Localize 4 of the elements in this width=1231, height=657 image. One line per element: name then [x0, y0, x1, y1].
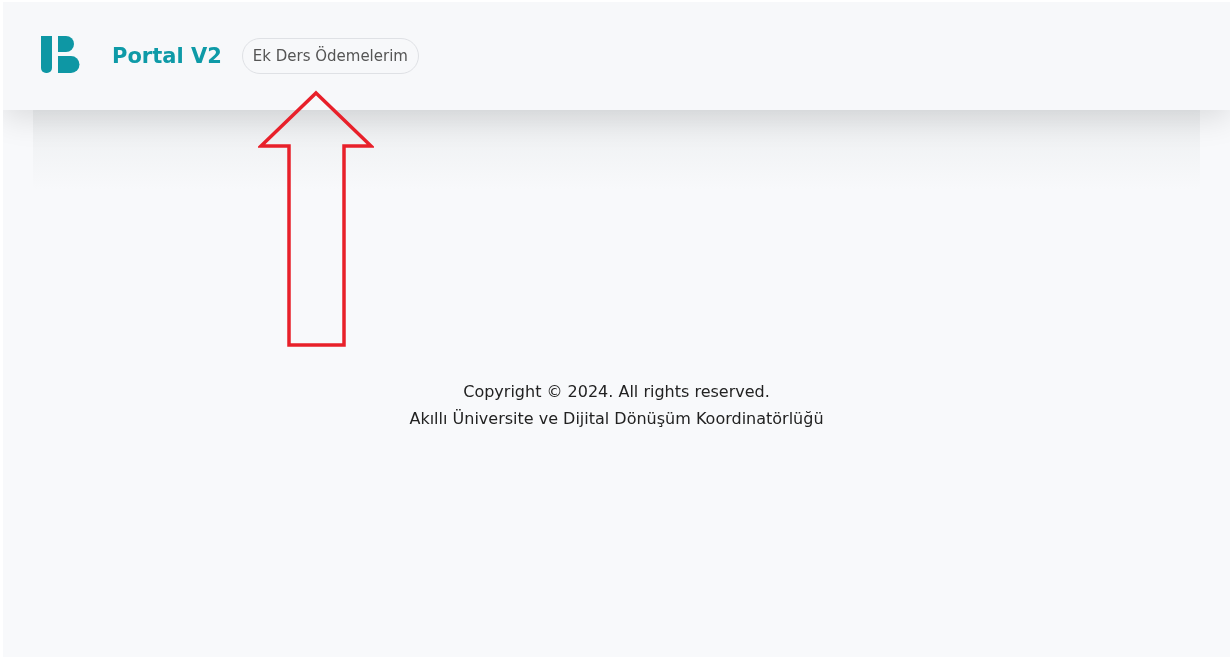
brand-name: Portal V2 — [112, 44, 222, 68]
nav-link[interactable]: Ek Ders Ödemelerim — [241, 38, 419, 74]
footer-text: Copyright © 2024. All rights reserved. — [462, 382, 771, 401]
footer-text: Akıllı Üniversite ve Dijital Dönüşüm Koordinatörlüğü — [408, 409, 825, 428]
